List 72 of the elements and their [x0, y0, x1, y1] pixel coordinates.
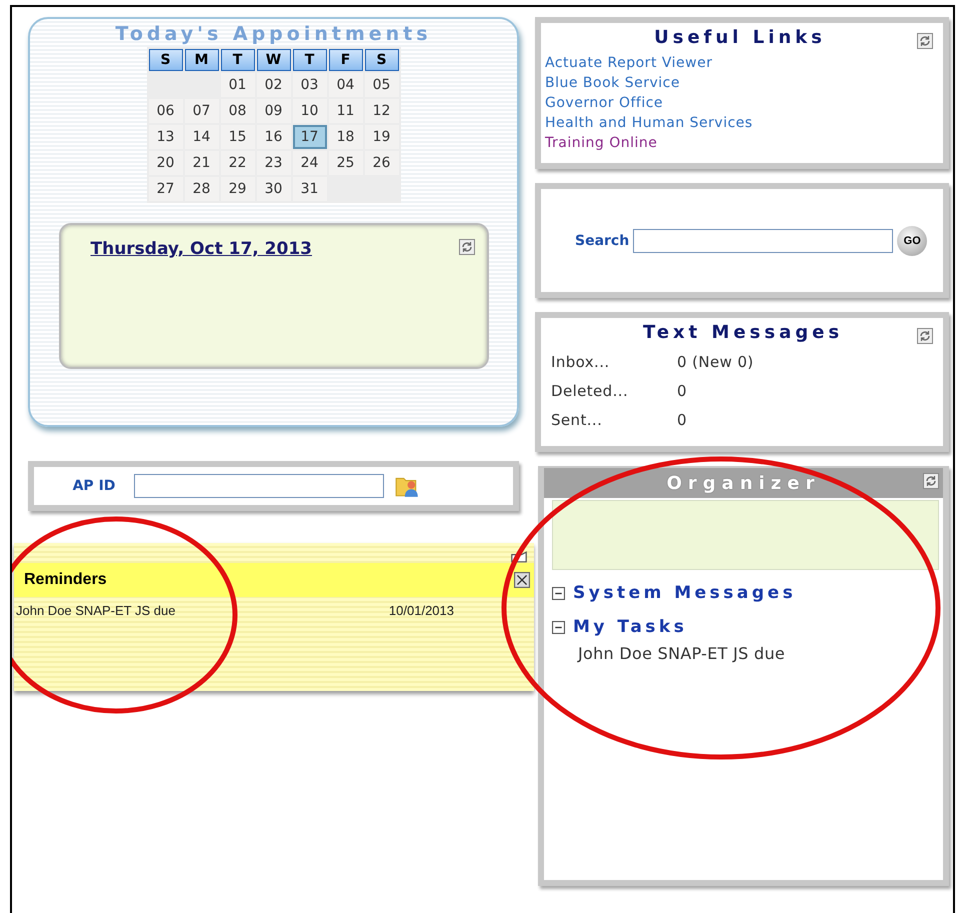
message-count: 0	[677, 410, 687, 431]
message-count: 0	[677, 381, 687, 402]
weekday-header: W	[256, 49, 290, 71]
weekday-header: S	[364, 49, 398, 71]
weekday-header: M	[184, 49, 218, 71]
calendar-day[interactable]: 03	[292, 73, 326, 97]
panel-title: Organizer	[666, 472, 820, 494]
calendar-day[interactable]: 30	[256, 177, 290, 201]
go-button[interactable]: GO	[897, 226, 928, 256]
search-label: Search	[575, 232, 630, 248]
calendar-day[interactable]: 10	[292, 99, 326, 123]
calendar-day[interactable]: 25	[328, 151, 362, 175]
collapse-icon[interactable]	[552, 620, 565, 634]
folder-link[interactable]: Inbox...	[551, 348, 677, 377]
folder-link[interactable]: Sent...	[551, 406, 677, 435]
calendar-day[interactable]: 08	[220, 99, 254, 123]
message-count: 0 (New 0)	[677, 352, 754, 373]
link[interactable]: Actuate Report Viewer	[545, 53, 712, 73]
calendar-day[interactable]: 12	[364, 99, 398, 123]
close-icon[interactable]	[514, 572, 530, 588]
calendar-day[interactable]: 16	[256, 125, 290, 149]
reminder-date: 10/01/2013	[388, 603, 454, 618]
folder-link[interactable]: Deleted...	[551, 377, 677, 406]
calendar-day[interactable]: 29	[220, 177, 254, 201]
calendar-day[interactable]: 04	[328, 73, 362, 97]
calendar-day[interactable]: 01	[220, 73, 254, 97]
calendar-day[interactable]: 27	[148, 177, 182, 201]
ap-id-field[interactable]	[134, 474, 384, 498]
panel-title: Text Messages	[642, 322, 844, 345]
section-title[interactable]: System Messages	[573, 583, 796, 603]
calendar-day[interactable]: 07	[184, 99, 218, 123]
calendar-day[interactable]: 24	[292, 151, 326, 175]
calendar-day[interactable]: 02	[256, 73, 290, 97]
refresh-icon[interactable]	[923, 473, 939, 489]
task-item[interactable]: John Doe SNAP-ET JS due	[548, 644, 939, 663]
weekday-header: F	[328, 49, 362, 71]
calendar-day[interactable]: 13	[148, 125, 182, 149]
calendar-day[interactable]: 05	[364, 73, 398, 97]
collapse-icon[interactable]	[552, 586, 565, 600]
refresh-icon[interactable]	[458, 239, 474, 255]
search-field[interactable]	[633, 228, 894, 252]
calendar-day[interactable]: 14	[184, 125, 218, 149]
calendar-day[interactable]: 26	[364, 151, 398, 175]
calendar-day[interactable]: 23	[256, 151, 290, 175]
refresh-icon[interactable]	[917, 33, 933, 49]
calendar-day[interactable]: 09	[256, 99, 290, 123]
link[interactable]: Health and Human Services	[545, 113, 753, 133]
weekday-header: S	[148, 49, 182, 71]
calendar-day[interactable]: 06	[148, 99, 182, 123]
date-link[interactable]: Thursday, Oct 17, 2013	[90, 239, 312, 259]
panel-title: Today's Appointments	[115, 23, 432, 45]
refresh-icon[interactable]	[917, 328, 933, 344]
calendar-day[interactable]: 22	[220, 151, 254, 175]
calendar-day[interactable]: 19	[364, 125, 398, 149]
reminders-title: Reminders	[24, 571, 107, 589]
calendar-day[interactable]: 15	[220, 125, 254, 149]
calendar-day[interactable]: 17	[292, 125, 326, 149]
calendar-day[interactable]: 11	[328, 99, 362, 123]
calendar-day[interactable]: 28	[184, 177, 218, 201]
calendar-day[interactable]: 18	[328, 125, 362, 149]
link[interactable]: Governor Office	[545, 93, 664, 113]
weekday-header: T	[220, 49, 254, 71]
panel-title: Useful Links	[654, 27, 826, 50]
calendar-day[interactable]: 21	[184, 151, 218, 175]
weekday-header: T	[292, 49, 326, 71]
link[interactable]: Blue Book Service	[545, 73, 680, 93]
reminder-text[interactable]: John Doe SNAP-ET JS due	[16, 603, 176, 618]
link[interactable]: Training Online	[545, 133, 658, 153]
calendar-day[interactable]: 31	[292, 177, 326, 201]
calendar-day[interactable]: 20	[148, 151, 182, 175]
ap-id-label: AP ID	[72, 478, 116, 494]
section-title[interactable]: My Tasks	[573, 617, 688, 637]
